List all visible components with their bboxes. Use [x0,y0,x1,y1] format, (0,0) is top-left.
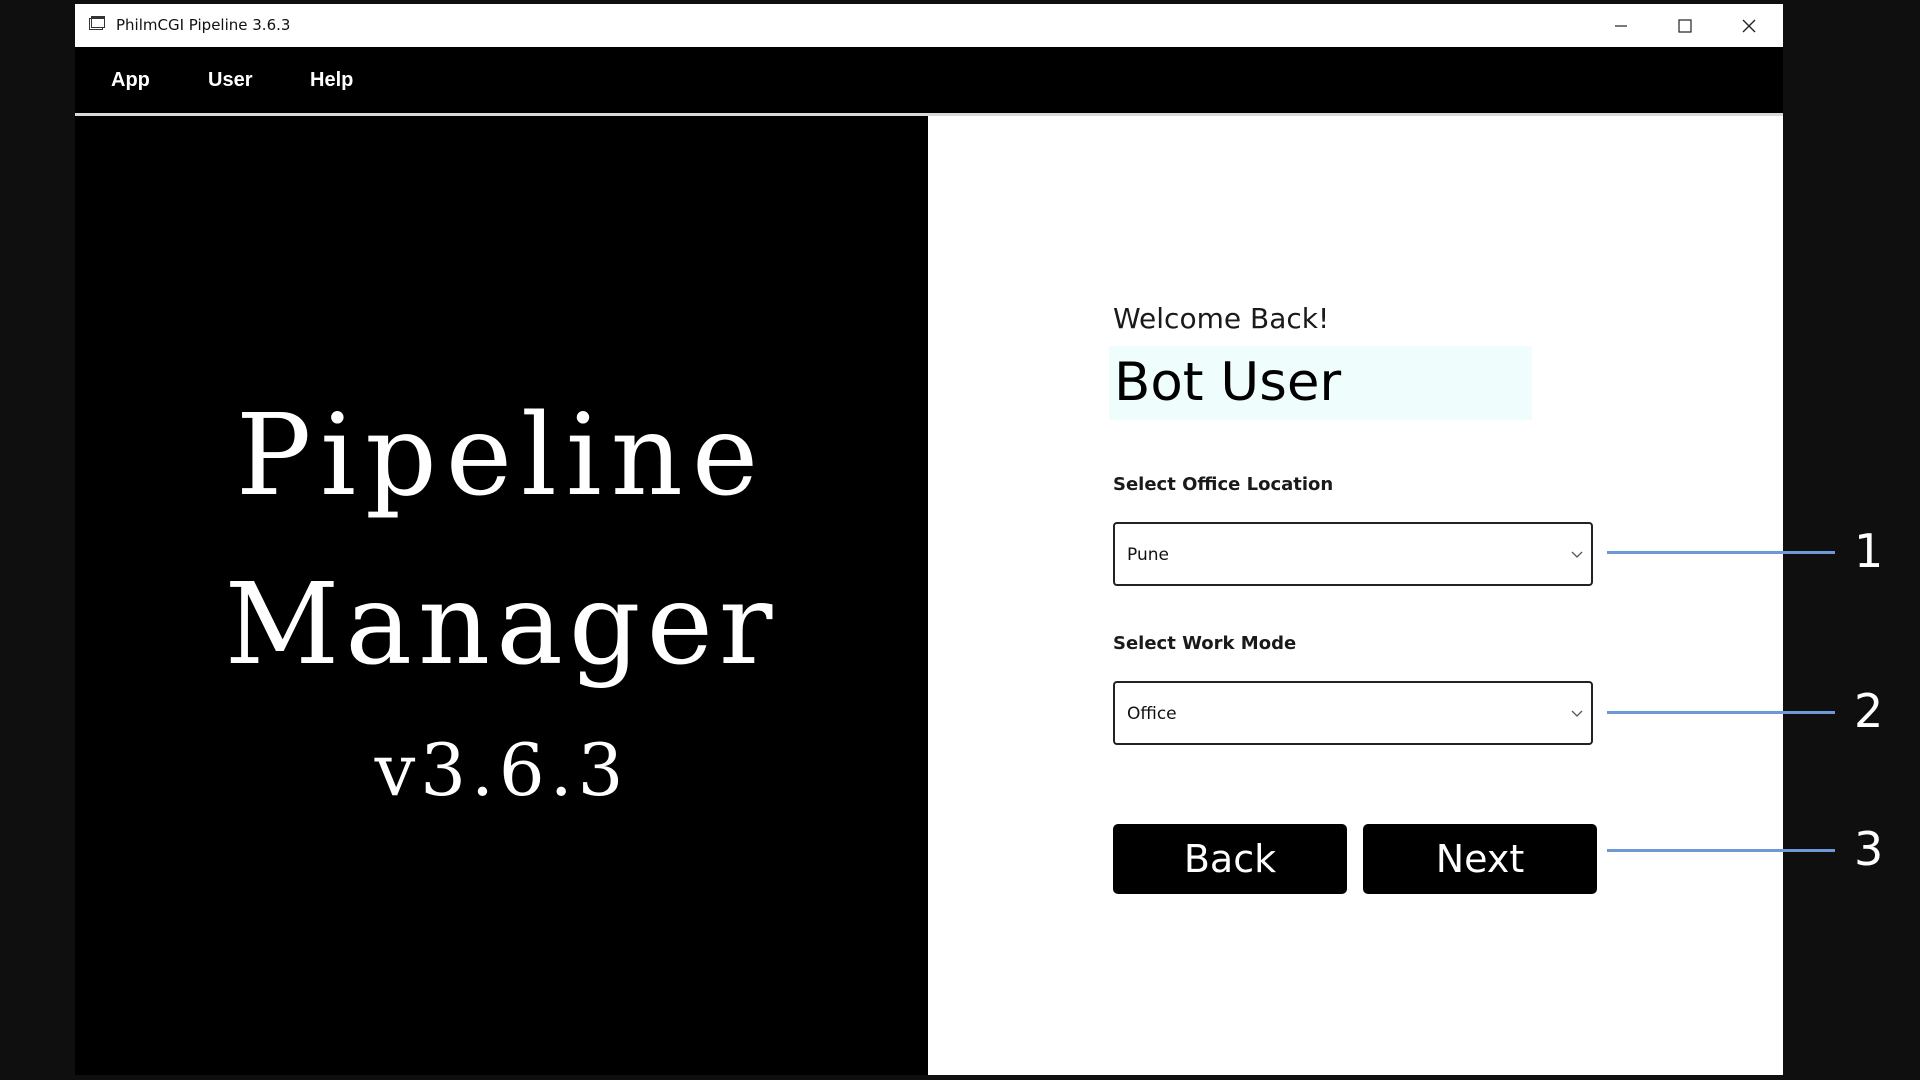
menu-bar: App User Help [75,47,1783,113]
callout-number-3: 3 [1854,822,1884,876]
back-button[interactable]: Back [1113,824,1347,894]
maximize-button[interactable] [1653,4,1717,47]
work-mode-select[interactable]: Office [1113,681,1593,745]
minimize-icon [1615,24,1627,27]
brand-title-line2: Manager [224,560,779,690]
login-form-panel: Welcome Back! Bot User Select Office Loc… [928,116,1783,1075]
chevron-down-icon [1571,710,1583,717]
callout-line-1 [1607,551,1835,554]
app-window: PhilmCGI Pipeline 3.6.3 App User Help Pi… [75,4,1783,1075]
brand-title-line1: Pipeline [235,391,768,521]
next-button[interactable]: Next [1363,824,1597,894]
callout-line-2 [1607,711,1835,714]
menu-app[interactable]: App [111,69,150,92]
welcome-text: Welcome Back! [1113,302,1330,335]
user-name: Bot User [1114,352,1342,413]
close-button[interactable] [1717,4,1781,47]
chevron-down-icon [1571,551,1583,558]
window-app-icon [89,16,105,30]
user-name-box: Bot User [1109,346,1532,420]
callout-number-1: 1 [1854,524,1884,578]
office-location-label: Select Office Location [1113,474,1334,495]
callout-line-3 [1607,849,1835,852]
brand-panel: Pipeline Manager v3.6.3 [75,116,928,1075]
work-mode-value: Office [1127,704,1177,724]
minimize-button[interactable] [1589,4,1653,47]
callout-number-2: 2 [1854,684,1884,738]
office-location-value: Pune [1127,545,1169,565]
maximize-icon [1678,18,1692,33]
office-location-select[interactable]: Pune [1113,522,1593,586]
close-icon [1742,19,1756,32]
work-mode-label: Select Work Mode [1113,633,1297,654]
menu-help[interactable]: Help [310,69,353,92]
title-bar: PhilmCGI Pipeline 3.6.3 [75,4,1783,47]
brand-version: v3.6.3 [374,728,629,812]
menu-user[interactable]: User [208,69,252,92]
window-title: PhilmCGI Pipeline 3.6.3 [116,16,291,34]
